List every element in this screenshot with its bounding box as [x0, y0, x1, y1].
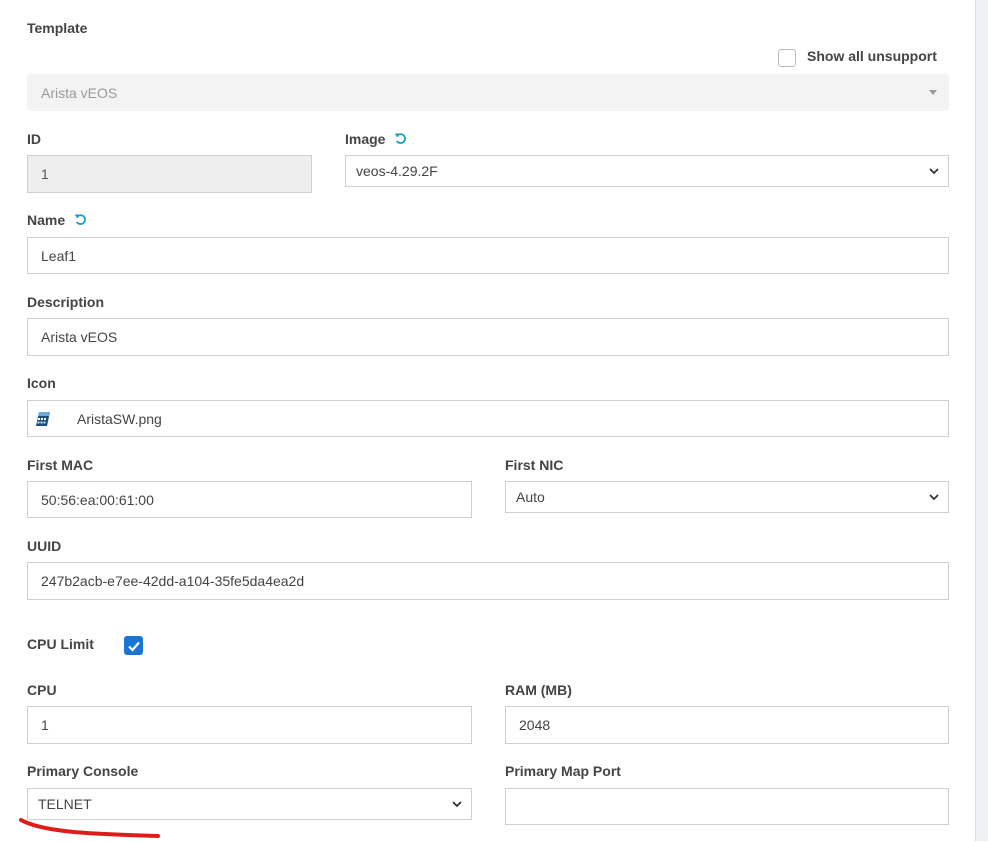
first-nic-label: First NIC	[505, 457, 564, 473]
first-nic-select[interactable]: Auto	[505, 481, 949, 513]
image-label: Image	[345, 130, 407, 148]
primary-map-port-input[interactable]	[505, 788, 949, 825]
cpu-input[interactable]: 1	[27, 706, 472, 744]
chevron-down-icon	[452, 801, 462, 808]
first-mac-value: 50:56:ea:00:61:00	[41, 491, 154, 508]
icon-label: Icon	[27, 375, 56, 391]
refresh-icon[interactable]	[394, 132, 407, 145]
cpu-limit-checkbox[interactable]	[124, 636, 143, 655]
description-value: Arista vEOS	[41, 329, 118, 345]
template-select[interactable]: Arista vEOS	[27, 74, 949, 111]
show-unsupported-checkbox[interactable]	[778, 49, 796, 67]
uuid-value: 247b2acb-e7ee-42dd-a104-35fe5da4ea2d	[41, 573, 305, 589]
cpu-value: 1	[41, 717, 49, 733]
chevron-down-icon	[929, 168, 939, 175]
icon-select[interactable]: AristaSW.png	[27, 400, 949, 437]
first-mac-input[interactable]: 50:56:ea:00:61:00	[27, 481, 472, 518]
primary-map-port-label: Primary Map Port	[505, 763, 621, 779]
first-nic-value: Auto	[516, 489, 545, 505]
name-label-text: Name	[27, 212, 66, 228]
caret-down-icon	[929, 90, 937, 95]
uuid-input[interactable]: 247b2acb-e7ee-42dd-a104-35fe5da4ea2d	[27, 562, 949, 600]
primary-console-label: Primary Console	[27, 763, 139, 779]
switch-device-icon	[36, 411, 50, 426]
description-input[interactable]: Arista vEOS	[27, 318, 949, 356]
primary-console-value: TELNET	[38, 796, 92, 812]
uuid-label: UUID	[27, 538, 62, 554]
id-field: 1	[27, 155, 312, 193]
id-value: 1	[41, 166, 49, 182]
template-selected-value: Arista vEOS	[41, 84, 118, 101]
checkmark-icon	[127, 641, 140, 652]
first-mac-label: First MAC	[27, 457, 94, 473]
icon-value: AristaSW.png	[77, 410, 162, 427]
scrollbar-track[interactable]	[975, 0, 988, 841]
ram-value: 2048	[519, 717, 551, 733]
id-label: ID	[27, 131, 41, 147]
name-label: Name	[27, 211, 87, 229]
name-input[interactable]: Leaf1	[27, 237, 949, 274]
name-value: Leaf1	[41, 247, 77, 264]
ram-input[interactable]: 2048	[505, 706, 949, 744]
image-selected-value: veos-4.29.2F	[356, 163, 438, 179]
cpu-label: CPU	[27, 682, 57, 698]
chevron-down-icon	[929, 494, 939, 501]
template-label: Template	[27, 20, 88, 36]
description-label: Description	[27, 294, 105, 310]
cpu-limit-label: CPU Limit	[27, 636, 94, 652]
image-label-text: Image	[345, 131, 386, 147]
image-select[interactable]: veos-4.29.2F	[345, 155, 949, 187]
ram-label: RAM (MB)	[505, 682, 572, 698]
refresh-icon[interactable]	[74, 213, 87, 226]
show-unsupported-label[interactable]: Show all unsupport	[807, 47, 937, 65]
red-underline-annotation	[19, 818, 160, 838]
